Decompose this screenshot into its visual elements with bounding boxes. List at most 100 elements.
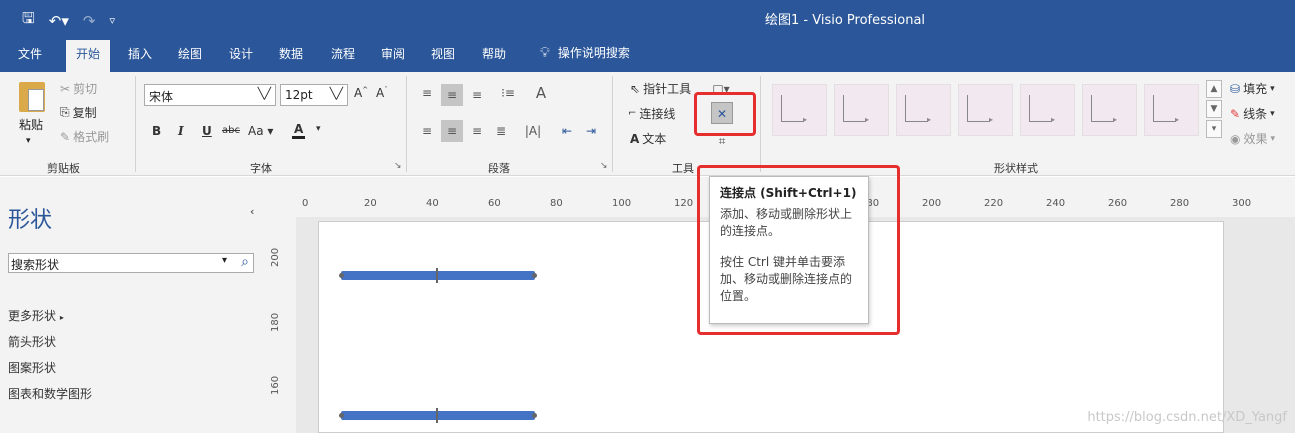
change-case-button[interactable]: Aa ▾ [248, 124, 273, 138]
strikethrough-button[interactable]: abc [222, 125, 240, 136]
gallery-down-icon[interactable]: ▼ [1206, 100, 1222, 118]
tab-file[interactable]: 文件 [18, 45, 42, 62]
chevron-down-icon[interactable]: ▾ [222, 255, 227, 266]
spacing-icon[interactable]: |A| [522, 120, 544, 142]
ruler-label: 100 [612, 198, 632, 209]
format-painter-button[interactable]: ✎ 格式刷 [60, 128, 109, 145]
bold-button[interactable]: B [152, 124, 161, 138]
shapes-list-item[interactable]: 更多形状 ▸ [8, 307, 64, 324]
ruler-label: 20 [364, 198, 377, 209]
tab-design[interactable]: 设计 [229, 45, 253, 62]
tab-draw[interactable]: 绘图 [178, 45, 202, 62]
copy-button[interactable]: ⎘ 复制 [60, 104, 97, 121]
shapes-list-item[interactable]: 图案形状 [8, 359, 56, 376]
paste-label: 粘贴 [19, 118, 44, 132]
cut-button[interactable]: ✂ 剪切 [60, 80, 97, 97]
ruler-label: 300 [1232, 198, 1252, 209]
connector-shape[interactable] [339, 268, 537, 283]
line-icon: ✎ [1230, 106, 1241, 121]
shape-style-thumbnail[interactable] [834, 84, 889, 136]
watermark: https://blog.csdn.net/XD_Yangf [1087, 410, 1287, 425]
shape-style-thumbnail[interactable] [772, 84, 827, 136]
connector-midpoint [436, 408, 438, 423]
increase-indent-icon[interactable]: ⇥ [580, 120, 602, 142]
align-bottom-icon[interactable]: ≡ [466, 84, 488, 106]
ruler-label: 60 [488, 198, 501, 209]
bullets-icon[interactable]: ⁝≡ [497, 82, 519, 104]
chevron-down-icon: ▾ [1270, 83, 1275, 94]
line-button[interactable]: ✎ 线条 ▾ [1230, 105, 1275, 122]
paragraph-group-label: 段落 [488, 162, 510, 175]
connector-button[interactable]: ⌐ 连接线 [628, 105, 675, 122]
connector-midpoint [436, 268, 438, 283]
effects-button[interactable]: ◉ 效果 ▾ [1230, 130, 1275, 147]
align-center-icon[interactable]: ≡ [441, 120, 463, 142]
save-icon[interactable]: 🖫 [22, 8, 35, 33]
shape-style-thumbnail[interactable] [1020, 84, 1075, 136]
group-separator [406, 76, 407, 172]
redo-icon[interactable]: ↷ [83, 12, 96, 30]
effects-label: 效果 [1243, 132, 1268, 146]
text-tool-label: 文本 [642, 132, 667, 146]
highlight-box [697, 165, 900, 335]
shape-search-input[interactable]: 搜索形状 ▾ ⌕ [8, 253, 254, 273]
copy-label: 复制 [72, 106, 97, 120]
justify-icon[interactable]: ≣ [490, 120, 512, 142]
gallery-more-icon[interactable]: ▾ [1206, 120, 1222, 138]
align-middle-icon[interactable]: ≡ [441, 84, 463, 106]
shape-style-thumbnail[interactable] [896, 84, 951, 136]
tab-help[interactable]: 帮助 [482, 45, 506, 62]
search-icon[interactable]: ⌕ [241, 254, 249, 270]
font-family-select[interactable]: 宋体 ╲╱ [144, 84, 276, 106]
shape-styles-group-label: 形状样式 [994, 162, 1038, 175]
tab-insert[interactable]: 插入 [128, 45, 152, 62]
paste-button[interactable]: 粘贴 ▾ [12, 80, 52, 156]
shapes-panel: 形状 ‹ 搜索形状 ▾ ⌕ 更多形状 ▸ 箭头形状 图案形状 图表和数学图形 [0, 177, 266, 433]
shapes-list-item[interactable]: 图表和数学图形 [8, 385, 92, 402]
font-size-value: 12pt [285, 88, 313, 102]
underline-button[interactable]: U [202, 124, 212, 138]
text-tool-button[interactable]: A 文本 [630, 130, 666, 147]
chevron-right-icon: ▸ [59, 313, 64, 322]
shape-style-thumbnail[interactable] [958, 84, 1013, 136]
group-separator [612, 76, 613, 172]
dialog-launcher-icon[interactable]: ↘ [600, 161, 608, 171]
tab-data[interactable]: 数据 [279, 45, 303, 62]
group-separator [760, 76, 761, 172]
text-direction-icon[interactable]: A [530, 82, 552, 104]
font-color-button[interactable]: A [292, 122, 306, 139]
shape-style-thumbnail[interactable] [1144, 84, 1199, 136]
paste-icon [19, 82, 45, 112]
tell-me-search[interactable]: 💡︎ 操作说明搜索 [540, 44, 630, 61]
grow-font-button[interactable]: A^ [354, 86, 368, 100]
chevron-down-icon[interactable]: ▾ [316, 124, 321, 134]
align-top-icon[interactable]: ≡ [416, 82, 438, 104]
chevron-down-icon: ╲╱ [257, 87, 271, 100]
connector-shape[interactable] [339, 408, 537, 423]
fill-button[interactable]: ⛁ 填充 ▾ [1230, 80, 1275, 97]
decrease-indent-icon[interactable]: ⇤ [556, 120, 578, 142]
italic-button[interactable]: I [178, 124, 184, 138]
shrink-font-button[interactable]: Aˇ [376, 86, 388, 100]
chevron-down-icon: ▾ [26, 136, 31, 146]
tab-process[interactable]: 流程 [331, 45, 355, 62]
ribbon: 粘贴 ▾ ✂ 剪切 ⎘ 复制 ✎ 格式刷 剪贴板 宋体 ╲╱ 12pt ╲╱ A^ Aˇ … [0, 72, 1295, 176]
tab-home[interactable]: 开始 [66, 40, 111, 72]
pointer-tool-button[interactable]: ⇖ 指针工具 [630, 80, 691, 97]
tab-review[interactable]: 审阅 [381, 45, 405, 62]
dialog-launcher-icon[interactable]: ↘ [394, 161, 402, 171]
align-left-icon[interactable]: ≡ [416, 120, 438, 142]
align-right-icon[interactable]: ≡ [466, 120, 488, 142]
pointer-tool-label: 指针工具 [643, 82, 692, 96]
tell-me-label: 操作说明搜索 [557, 46, 630, 60]
customize-icon[interactable]: ▿ [109, 14, 115, 27]
undo-icon[interactable]: ↶▾ [49, 12, 69, 30]
tab-view[interactable]: 视图 [431, 45, 455, 62]
gallery-up-icon[interactable]: ▲ [1206, 80, 1222, 98]
collapse-panel-icon[interactable]: ‹ [250, 205, 254, 218]
shape-style-thumbnail[interactable] [1082, 84, 1137, 136]
font-size-select[interactable]: 12pt ╲╱ [280, 84, 348, 106]
chevron-down-icon: ▾ [1270, 133, 1276, 144]
shapes-list-item[interactable]: 箭头形状 [8, 333, 56, 350]
window-title: 绘图1 - Visio Professional [765, 13, 926, 28]
